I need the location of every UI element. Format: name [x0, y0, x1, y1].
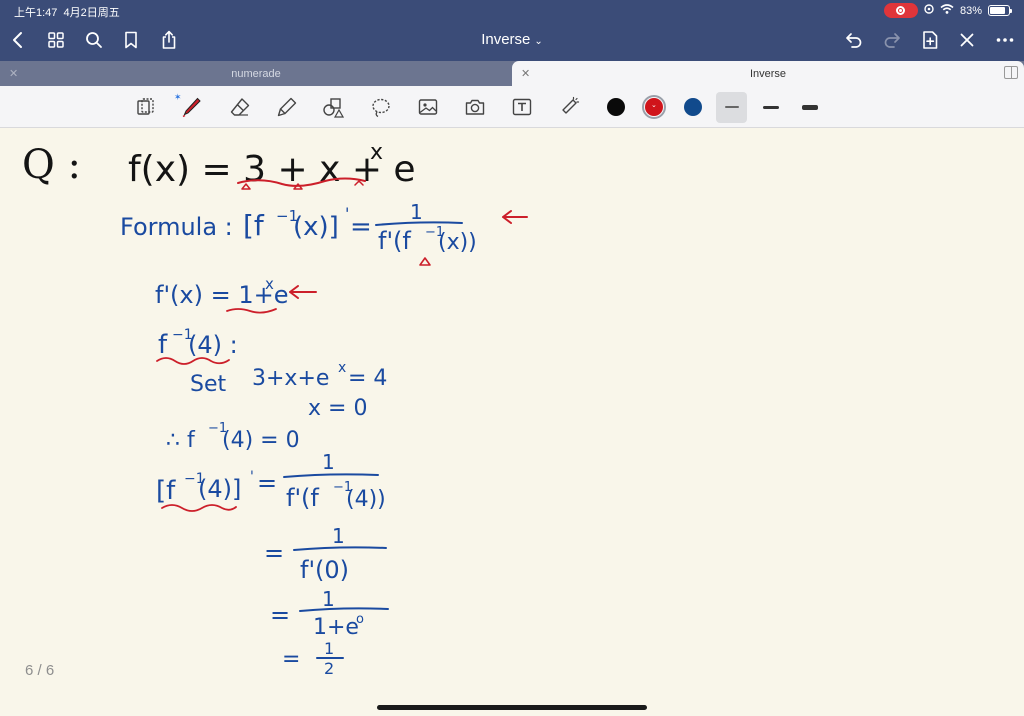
eraser-icon[interactable] [227, 94, 253, 120]
split-view-icon[interactable] [1004, 66, 1018, 79]
color-blue-swatch[interactable] [684, 98, 702, 116]
page-counter: 6 / 6 [25, 662, 55, 679]
svg-text:Set: Set [190, 372, 227, 397]
svg-text:x: x [338, 360, 346, 376]
search-button[interactable] [82, 28, 106, 52]
tab-inverse[interactable]: ✕ Inverse [512, 61, 1024, 86]
image-icon[interactable] [415, 94, 441, 120]
close-tab-icon[interactable]: ✕ [521, 67, 530, 80]
svg-text:=: = [264, 539, 284, 567]
lasso-select-icon[interactable] [132, 94, 158, 120]
navigation-bar: 上午1:47 4月2日周五 83% Inverse ⌄ [0, 0, 1024, 61]
svg-text:∴ f: ∴ f [166, 428, 196, 453]
wifi-icon [940, 4, 954, 17]
svg-text:[f: [f [243, 209, 265, 242]
laser-pointer-icon[interactable] [556, 94, 582, 120]
svg-text:2: 2 [324, 659, 334, 678]
notebook-page[interactable]: Q : f(x) = 3 + x + e x Formula : [f −1 (… [0, 129, 1024, 716]
camera-icon[interactable] [462, 94, 488, 120]
tab-numerade[interactable]: ✕ numerade [0, 61, 512, 86]
shapes-icon[interactable] [320, 94, 346, 120]
color-black-swatch[interactable] [607, 98, 625, 116]
svg-text:(4)]: (4)] [198, 475, 241, 503]
close-editing-button[interactable] [955, 28, 979, 52]
svg-text:(x)]: (x)] [293, 212, 339, 242]
tab-label: numerade [231, 67, 281, 80]
svg-text:= 4: = 4 [348, 366, 387, 391]
undo-button[interactable] [842, 28, 866, 52]
text-icon[interactable] [509, 94, 535, 120]
pen-icon[interactable] [178, 94, 204, 120]
status-indicators: 83% [883, 3, 1012, 18]
svg-text:=: = [257, 469, 277, 497]
svg-text:': ' [345, 204, 349, 223]
thumbnails-grid-button[interactable] [44, 28, 68, 52]
document-title-menu[interactable]: Inverse ⌄ [481, 31, 543, 48]
battery-icon [988, 5, 1012, 16]
stroke-fine-button[interactable] [725, 106, 739, 108]
lasso-icon[interactable] [368, 94, 394, 120]
highlighter-icon[interactable] [274, 94, 300, 120]
svg-text:f'(f: f'(f [378, 227, 411, 255]
svg-text:Formula :: Formula : [120, 213, 233, 241]
more-options-button[interactable] [993, 28, 1017, 52]
tab-label: Inverse [749, 67, 787, 80]
svg-text:o: o [356, 612, 364, 627]
svg-text:1: 1 [322, 587, 335, 611]
tab-bar: ✕ numerade ✕ Inverse [0, 61, 1024, 86]
svg-text:1: 1 [410, 200, 423, 224]
svg-text:1: 1 [322, 450, 335, 474]
chevron-down-icon: ⌄ [651, 102, 657, 109]
svg-text:=: = [282, 647, 300, 672]
stroke-fine-selected [716, 92, 747, 123]
svg-text:[f: [f [156, 476, 176, 506]
signal-icon [924, 4, 934, 17]
svg-text:f: f [158, 330, 168, 360]
svg-text:1: 1 [332, 524, 345, 548]
svg-text:(4) :: (4) : [188, 331, 238, 359]
svg-text:x: x [370, 140, 383, 165]
stroke-medium-button[interactable] [763, 106, 779, 109]
share-button[interactable] [157, 28, 181, 52]
battery-percentage: 83% [959, 4, 982, 17]
document-title-text: Inverse [481, 31, 531, 48]
document-title: Inverse ⌄ [0, 31, 1024, 48]
svg-text:=: = [270, 601, 290, 629]
screen-recording-icon[interactable] [883, 3, 918, 18]
svg-text:x = 0: x = 0 [308, 396, 367, 421]
svg-text:1+e: 1+e [313, 615, 359, 640]
chevron-down-icon: ⌄ [534, 36, 543, 47]
svg-text:1: 1 [324, 639, 334, 658]
svg-text:f'(f: f'(f [286, 484, 319, 512]
svg-text:(4) = 0: (4) = 0 [222, 428, 300, 453]
add-page-button[interactable] [918, 28, 942, 52]
back-button[interactable] [6, 28, 30, 52]
svg-text:(4)): (4)) [346, 487, 386, 512]
svg-text:x: x [265, 275, 274, 293]
color-red-swatch[interactable]: ⌄ [645, 98, 663, 116]
svg-text:': ' [250, 469, 254, 485]
status-time: 上午1:47 4月2日周五 [14, 4, 120, 20]
clock-date: 4月2日周五 [63, 7, 120, 19]
svg-text:(x)): (x)) [438, 230, 477, 255]
stroke-bold-button[interactable] [802, 105, 818, 110]
close-tab-icon[interactable]: ✕ [9, 67, 18, 80]
bluetooth-icon: ✶ [174, 92, 182, 102]
clock-time: 上午1:47 [14, 7, 58, 19]
drawing-toolbar: ✶ ⌄ [0, 86, 1024, 128]
svg-text:=: = [350, 212, 372, 242]
question-label: Q : [22, 142, 81, 188]
redo-button[interactable] [880, 28, 904, 52]
handwritten-notes: Q : f(x) = 3 + x + e x Formula : [f −1 (… [22, 140, 528, 678]
bookmark-button[interactable] [119, 28, 143, 52]
home-indicator[interactable] [377, 705, 647, 710]
svg-text:f'(0): f'(0) [300, 556, 349, 584]
svg-text:3+x+e: 3+x+e [252, 366, 329, 391]
